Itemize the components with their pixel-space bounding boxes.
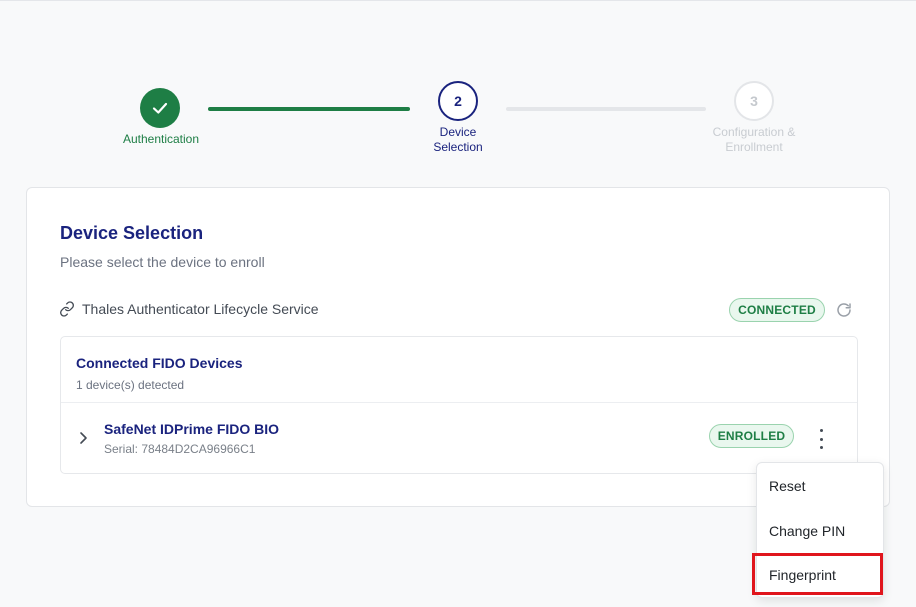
devices-panel-title: Connected FIDO Devices	[76, 355, 243, 371]
card-title: Device Selection	[60, 223, 204, 243]
link-icon	[60, 301, 74, 317]
step-1-label: Authentication	[122, 132, 200, 146]
devices-count: 1 device(s) detected	[76, 378, 185, 392]
divider	[61, 402, 857, 403]
step-2-label: Device Selection	[433, 125, 483, 154]
menu-item-reset[interactable]: Reset	[769, 478, 806, 494]
refresh-icon[interactable]	[835, 301, 853, 319]
card-subtitle: Please select the device to enroll	[60, 254, 265, 270]
step-1-circle	[140, 88, 180, 128]
menu-item-fingerprint[interactable]: Fingerprint	[769, 567, 836, 583]
progress-stepper: 2 3 Authentication Device Selection Conf…	[0, 1, 916, 181]
step-2-circle: 2	[438, 81, 478, 121]
device-serial: Serial: 78484D2CA96966C1	[104, 442, 256, 456]
device-name[interactable]: SafeNet IDPrime FIDO BIO	[104, 421, 279, 437]
check-icon	[152, 102, 168, 114]
step-3-label: Configuration & Enrollment	[712, 125, 796, 154]
device-selection-card: Device Selection Please select the devic…	[26, 187, 890, 507]
chevron-right-icon[interactable]	[78, 431, 90, 445]
more-vertical-icon[interactable]	[813, 429, 829, 449]
step-connector-2	[506, 107, 706, 111]
step-connector-1	[208, 107, 410, 111]
enrollment-status-badge: ENROLLED	[709, 424, 794, 448]
connection-status-badge: CONNECTED	[729, 298, 825, 322]
menu-item-change-pin[interactable]: Change PIN	[769, 523, 845, 539]
service-row: Thales Authenticator Lifecycle Service	[59, 301, 319, 317]
fido-devices-panel: Connected FIDO Devices 1 device(s) detec…	[60, 336, 858, 474]
step-3-circle: 3	[734, 81, 774, 121]
service-label: Thales Authenticator Lifecycle Service	[82, 301, 319, 317]
device-actions-menu: Reset Change PIN Fingerprint	[756, 462, 884, 598]
